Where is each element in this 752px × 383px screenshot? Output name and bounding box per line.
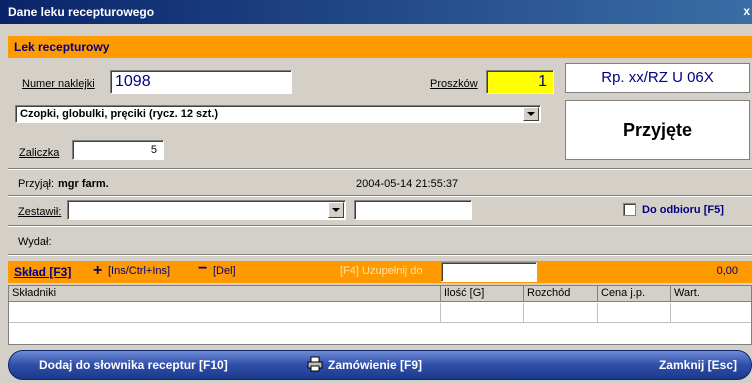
chevron-down-icon[interactable] [328,202,344,218]
table-cell[interactable] [9,303,441,323]
divider [8,195,752,197]
column-header[interactable]: Wart. [671,286,751,302]
bottom-toolbar: Dodaj do słownika receptur [F10] Zamówie… [8,350,752,380]
close-button[interactable]: Zamknij [Esc] [659,358,737,372]
form-select[interactable]: Czopki, globulki, pręciki (rycz. 12 szt.… [15,105,541,123]
sticker-number-value: 1098 [115,73,151,90]
order-button[interactable]: Zamówienie [F9] [328,358,422,372]
window-title: Dane leku recepturowego [8,5,155,19]
fill-to-label: [F4] Uzupełnij do [340,265,423,277]
rx-number: Rp. xx/RZ U 06X [565,63,750,93]
table-cell[interactable] [671,303,751,323]
divider [8,254,752,256]
column-header[interactable]: Rozchód [524,286,598,302]
advance-value: 5 [150,144,157,156]
column-header[interactable]: Ilość [G] [441,286,524,302]
divider [8,168,752,170]
divider [8,225,752,227]
window-titlebar: Dane leku recepturowego x [0,0,752,24]
plus-icon[interactable]: + [93,262,102,280]
composed-extra-field[interactable] [354,200,472,220]
table-cell[interactable] [441,303,524,323]
table-cell[interactable] [524,303,598,323]
composition-title[interactable]: Skład [F3] [14,265,71,279]
ingredients-table: Składniki Ilość [G] Rozchód Cena j.p. Wa… [8,285,752,345]
chevron-down-icon[interactable] [523,107,539,121]
table-cell[interactable] [598,303,671,323]
accepted-person: mgr farm. [58,178,109,190]
powders-value: 1 [538,73,547,90]
pickup-label: Do odbioru [F5] [642,204,724,216]
sticker-label: Numer naklejki [22,78,95,90]
accepted-label: Przyjął: [18,178,55,190]
powders-label: Proszków [430,78,478,90]
advance-label: Zaliczka [19,147,60,159]
fill-to-field[interactable] [441,262,537,282]
composed-select[interactable] [67,200,346,220]
issued-label: Wydał: [18,236,52,248]
close-icon[interactable]: x [743,4,750,18]
section-header-main: Lek recepturowy [8,36,752,58]
printer-icon [307,356,323,372]
advance-field[interactable]: 5 [72,140,164,160]
minus-icon[interactable]: − [198,260,207,278]
column-header[interactable]: Cena j.p. [598,286,671,302]
add-ingredient-button[interactable]: [Ins/Ctrl+Ins] [108,265,170,277]
column-header[interactable]: Składniki [9,286,441,302]
sticker-number-field[interactable]: 1098 [110,70,292,94]
delete-ingredient-button[interactable]: [Del] [213,265,236,277]
section-header-composition: Skład [F3] + [Ins/Ctrl+Ins] − [Del] [F4]… [8,260,752,283]
accepted-datetime: 2004-05-14 21:55:37 [356,178,459,190]
section-title: Lek recepturowy [14,40,110,54]
pickup-checkbox[interactable] [623,203,636,216]
status-badge: Przyjęte [565,100,750,160]
composed-label: Zestawił: [18,206,62,218]
powders-field[interactable]: 1 [486,70,554,94]
form-select-value: Czopki, globulki, pręciki (rycz. 12 szt.… [20,108,219,120]
composition-total: 0,00 [716,265,738,277]
add-to-dictionary-button[interactable]: Dodaj do słownika receptur [F10] [39,358,228,372]
